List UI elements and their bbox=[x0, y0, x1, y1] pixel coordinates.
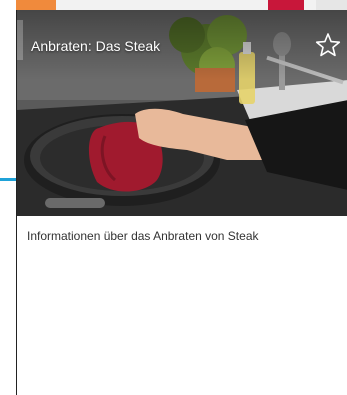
step-title: Anbraten: Das Steak bbox=[31, 38, 161, 54]
strip-gray-segment bbox=[316, 0, 347, 10]
strip-orange-segment bbox=[16, 0, 56, 10]
app-screen: Anbraten: Das Steak Informationen über d… bbox=[0, 0, 347, 395]
strip-red-segment bbox=[268, 0, 304, 10]
overlay-edge bbox=[17, 20, 23, 60]
step-description: Informationen über das Anbraten von Stea… bbox=[27, 229, 259, 243]
background-card-strip bbox=[16, 0, 347, 10]
favorite-star-icon[interactable] bbox=[315, 32, 341, 58]
recipe-step-card[interactable]: Anbraten: Das Steak Informationen über d… bbox=[16, 10, 347, 395]
left-accent-bar bbox=[0, 178, 16, 181]
video-thumbnail[interactable]: Anbraten: Das Steak bbox=[17, 10, 347, 216]
